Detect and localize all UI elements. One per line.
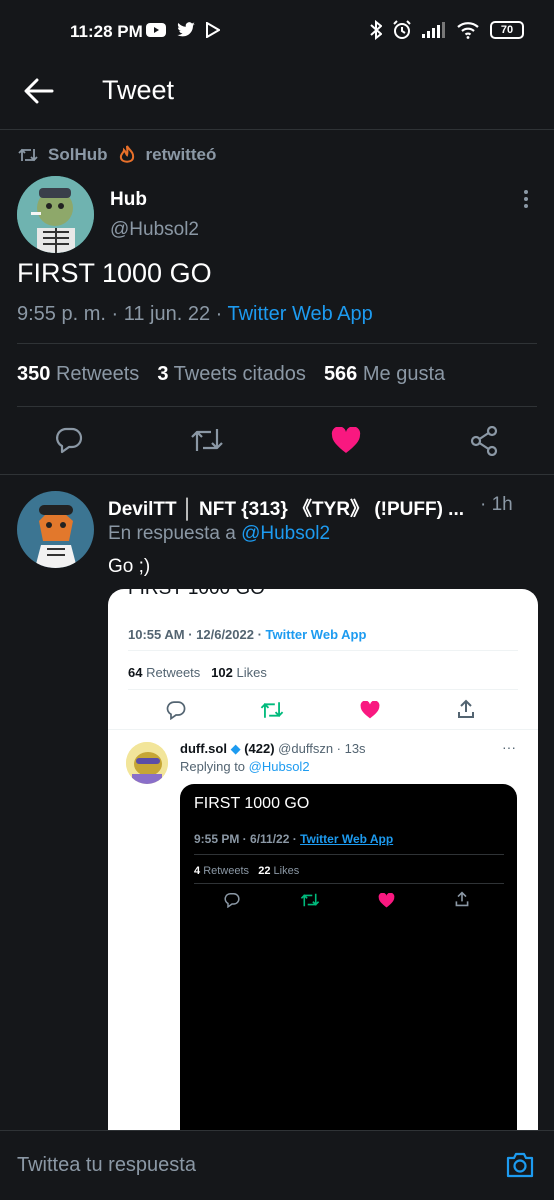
embed-divider-2 <box>128 689 518 690</box>
author-name[interactable]: Hub <box>110 189 147 211</box>
embed-retweet-icon <box>260 700 284 720</box>
header-divider <box>0 129 554 130</box>
embed-meta: 10:55 AM · 12/6/2022 · Twitter Web App <box>128 627 367 642</box>
author-avatar[interactable] <box>17 176 94 253</box>
diamond-icon: ◆ <box>230 741 241 756</box>
retweet-banner[interactable]: SolHub retwitteó <box>18 145 216 165</box>
embed-reply-icon <box>166 700 186 720</box>
quotes-stat[interactable]: 3 Tweets citados <box>157 363 306 386</box>
embed-like-icon <box>360 701 380 719</box>
stats-divider-bottom <box>17 406 537 407</box>
inner-like-icon <box>378 893 395 908</box>
bluetooth-icon <box>370 20 382 40</box>
inner-divider-1 <box>194 854 504 855</box>
likes-stat[interactable]: 566 Me gusta <box>324 363 445 386</box>
tweet-more-options-icon[interactable] <box>524 190 528 208</box>
embed-more-icon: ··· <box>502 739 516 755</box>
tweet-stats: 350 Retweets 3 Tweets citados 566 Me gus… <box>17 363 445 386</box>
reply-attached-image[interactable]: FIRST 1000 GO 10:55 AM · 12/6/2022 · Twi… <box>108 589 538 1149</box>
camera-icon[interactable] <box>505 1151 535 1179</box>
tweet-text: FIRST 1000 GO <box>17 258 212 288</box>
status-right-icons: 70 <box>370 20 524 40</box>
retweet-action-label: retwitteó <box>145 145 217 164</box>
embed-cut-text: FIRST 1000 GO <box>128 589 265 600</box>
reply-author-avatar[interactable] <box>17 491 94 568</box>
embed-divider-1 <box>128 650 518 651</box>
embed-replying-to: Replying to @Hubsol2 <box>180 759 310 774</box>
retweets-stat[interactable]: 350 Retweets <box>17 363 139 386</box>
share-icon[interactable] <box>470 426 498 456</box>
inner-tweet-stats: 4 Retweets 22 Likes <box>194 865 300 877</box>
retweet-action-icon[interactable] <box>190 426 224 454</box>
status-left-icons <box>146 22 220 38</box>
retweeter-name: SolHub <box>48 145 108 164</box>
reply-icon[interactable] <box>55 426 83 454</box>
page-title: Tweet <box>102 75 175 105</box>
wifi-icon <box>456 21 480 39</box>
reply-author-name[interactable]: DevilTT │ NFT {313} 《TYR》 (!PUFF) ... <box>108 494 464 521</box>
tweet-source-link[interactable]: Twitter Web App <box>228 303 373 325</box>
embed-reply-avatar <box>126 742 168 784</box>
signal-icon <box>422 22 446 38</box>
fire-emoji-icon <box>118 145 136 165</box>
reply-context-handle-link[interactable]: @Hubsol2 <box>241 523 330 544</box>
inner-reply-icon <box>224 892 240 908</box>
alarm-icon <box>392 20 412 40</box>
embed-stats: 64 Retweets 102 Likes <box>128 665 267 680</box>
tweet-timestamp: 9:55 p. m. · 11 jun. 22 · <box>17 303 228 325</box>
status-time: 11:28 PM <box>70 22 143 41</box>
actions-divider <box>0 474 554 475</box>
embed-divider-3 <box>108 729 538 730</box>
inner-tweet-text: FIRST 1000 GO <box>194 795 310 812</box>
inner-divider-2 <box>194 883 504 884</box>
reply-text: Go ;) <box>108 556 151 577</box>
tweet-meta: 9:55 p. m. · 11 jun. 22 · Twitter Web Ap… <box>17 303 373 326</box>
like-icon[interactable] <box>331 427 361 454</box>
inner-tweet-meta: 9:55 PM · 6/11/22 · Twitter Web App <box>194 832 394 846</box>
youtube-icon <box>146 23 166 37</box>
retweet-icon <box>18 147 38 163</box>
reply-context: En respuesta a @Hubsol2 <box>108 523 331 544</box>
author-handle[interactable]: @Hubsol2 <box>110 219 199 241</box>
embed-reply-header: duff.sol ◆ (422) @duffszn · 13s <box>180 741 366 756</box>
reply-timestamp: · 1h <box>480 494 513 515</box>
stats-divider-top <box>17 343 537 344</box>
battery-icon: 70 <box>490 21 524 39</box>
embed-inner-tweet: FIRST 1000 GO 9:55 PM · 6/11/22 · Twitte… <box>180 784 517 1149</box>
inner-retweet-icon <box>300 892 320 908</box>
back-button[interactable] <box>24 78 54 104</box>
play-store-icon <box>206 22 220 38</box>
inner-share-icon <box>454 891 470 907</box>
twitter-icon <box>176 22 196 38</box>
embed-share-icon <box>456 699 476 719</box>
reply-input[interactable]: Twittea tu respuesta <box>17 1154 196 1177</box>
